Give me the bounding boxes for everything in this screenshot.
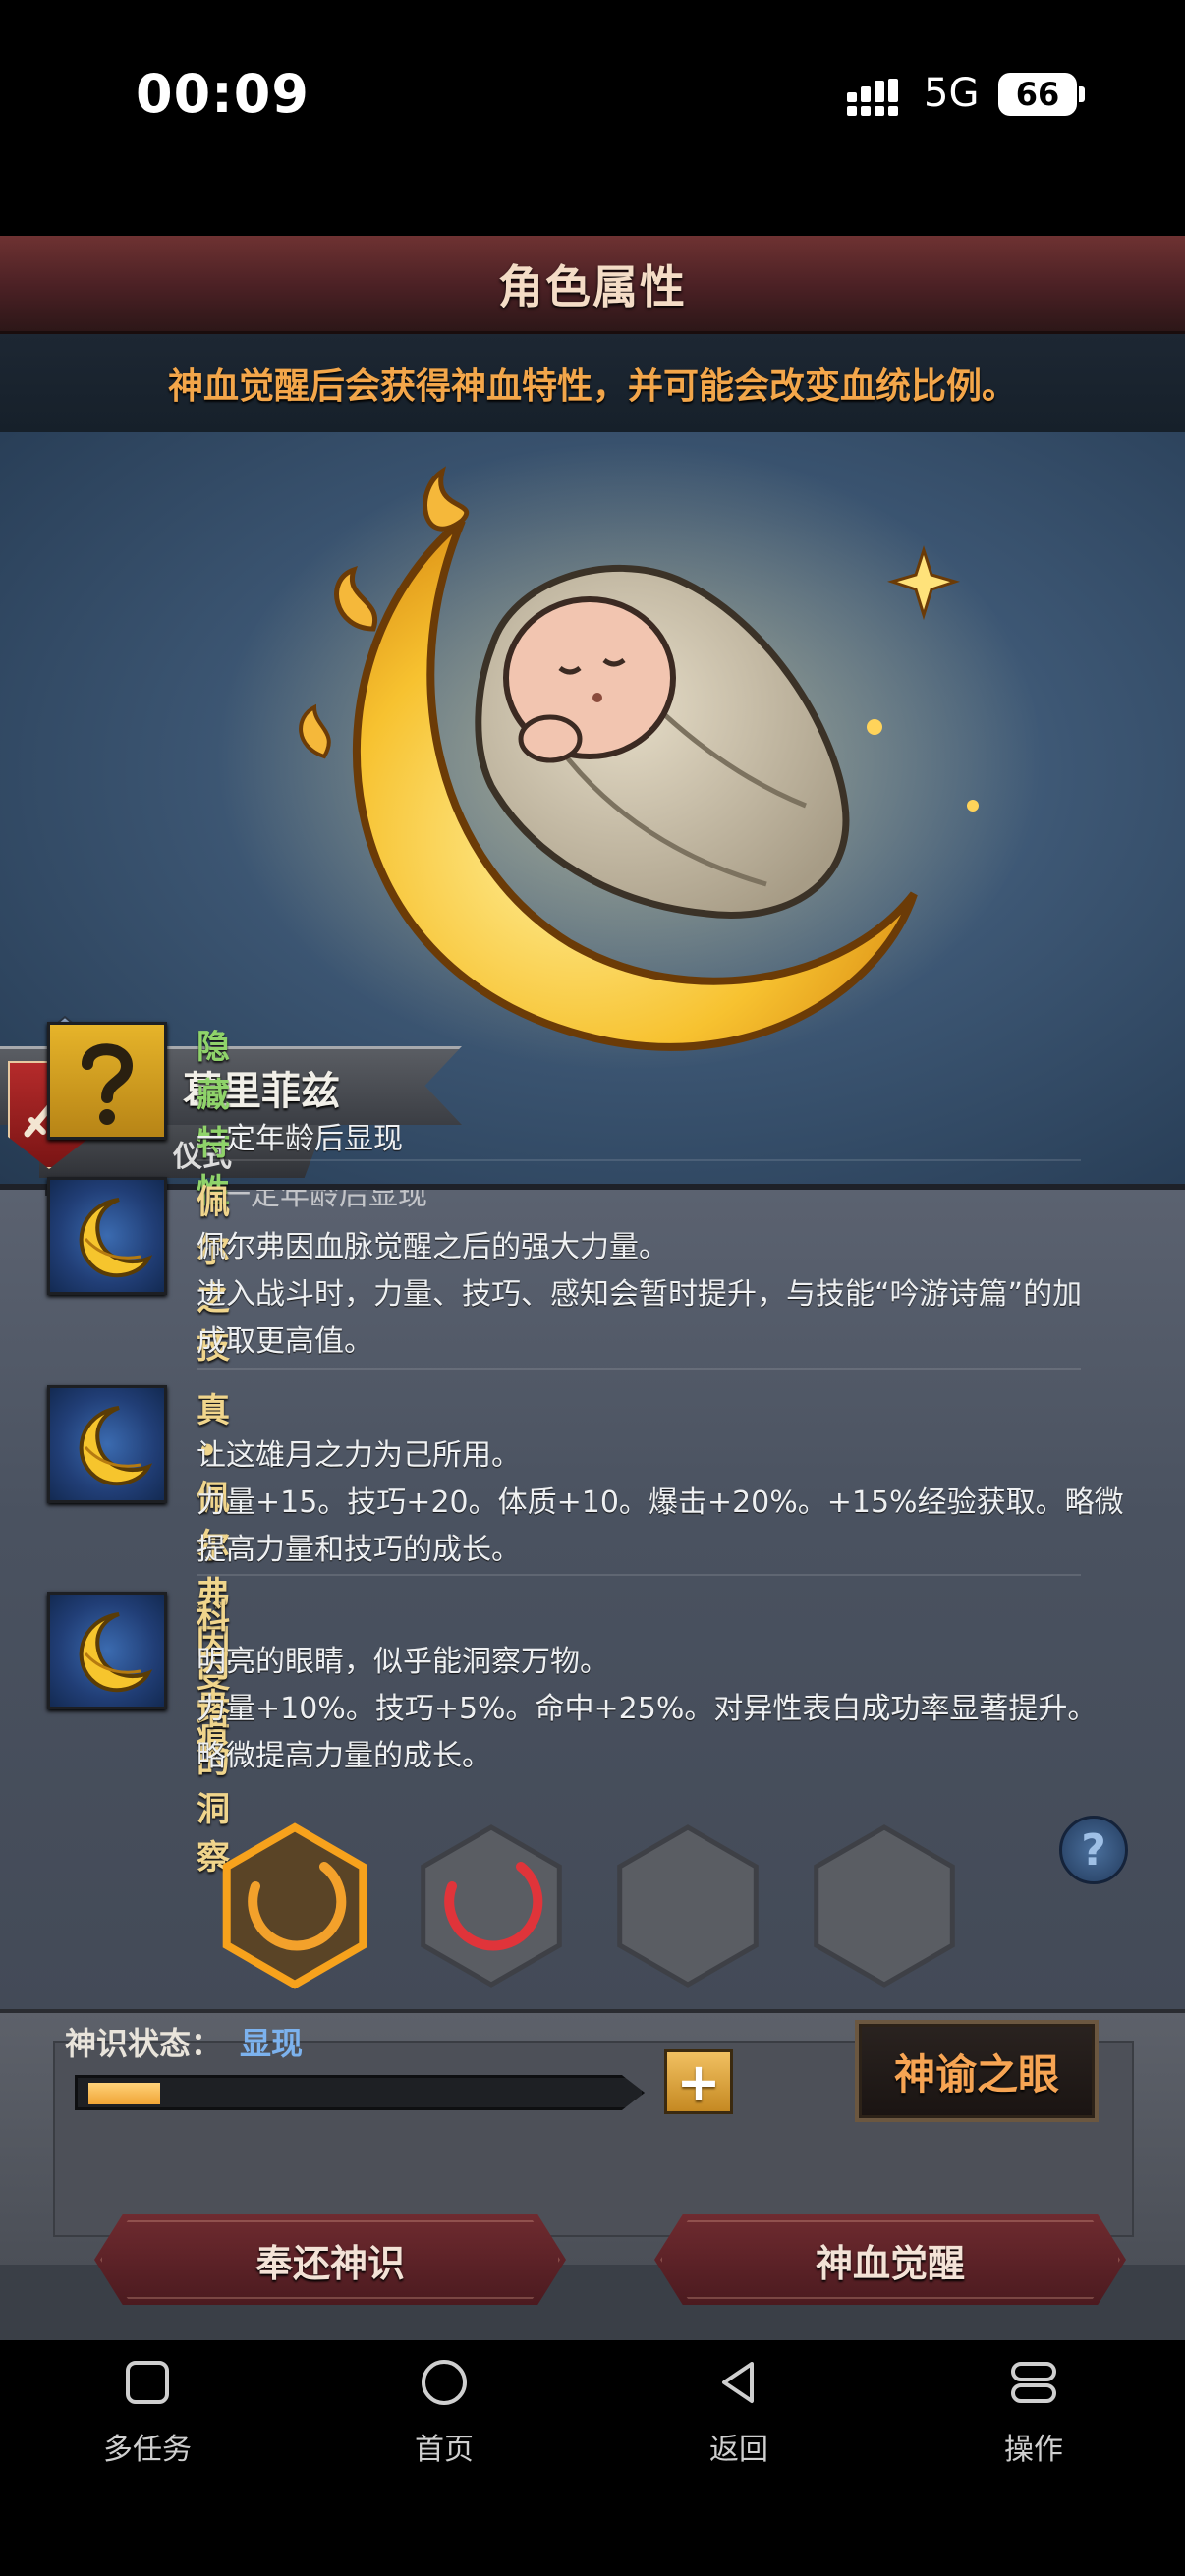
nav-operate[interactable]: 操作 bbox=[935, 2348, 1132, 2467]
divine-progress-track bbox=[75, 2075, 645, 2110]
oracle-eye-button[interactable]: 神谕之眼 bbox=[855, 2020, 1099, 2122]
nav-back[interactable]: 返回 bbox=[641, 2348, 837, 2467]
nav-home-label: 首页 bbox=[415, 2433, 474, 2467]
menu-pill-icon bbox=[1011, 2362, 1056, 2403]
blood-awaken-button[interactable]: 神血觉醒 bbox=[654, 2214, 1126, 2305]
divine-progress-fill bbox=[88, 2083, 160, 2104]
divine-slot-4[interactable] bbox=[814, 1824, 955, 1988]
divine-status-label: 神识状态： bbox=[65, 2025, 223, 2062]
divine-slot-2[interactable] bbox=[421, 1824, 562, 1988]
oracle-eye-label: 神谕之眼 bbox=[893, 2049, 1059, 2099]
back-triangle-icon bbox=[722, 2362, 754, 2403]
slot-hexagons bbox=[222, 1822, 955, 1989]
return-divine-label: 奉还神识 bbox=[254, 2241, 405, 2285]
divine-slot-1[interactable] bbox=[222, 1822, 367, 1989]
nav-home[interactable]: 首页 bbox=[346, 2348, 542, 2467]
nav-multitask-label: 多任务 bbox=[103, 2433, 192, 2467]
divine-status-value: 显现 bbox=[240, 2025, 304, 2062]
blood-awaken-label: 神血觉醒 bbox=[815, 2241, 965, 2285]
nav-multitask[interactable]: 多任务 bbox=[49, 2348, 246, 2467]
divine-slot-3[interactable] bbox=[617, 1824, 759, 1988]
square-icon bbox=[126, 2361, 169, 2404]
nav-operate-label: 操作 bbox=[1004, 2433, 1063, 2467]
help-button[interactable]: ? bbox=[1059, 1816, 1128, 1884]
nav-back-label: 返回 bbox=[709, 2433, 768, 2467]
add-button[interactable]: + bbox=[664, 2049, 733, 2114]
circle-icon bbox=[422, 2360, 467, 2405]
return-divine-button[interactable]: 奉还神识 bbox=[94, 2214, 566, 2305]
